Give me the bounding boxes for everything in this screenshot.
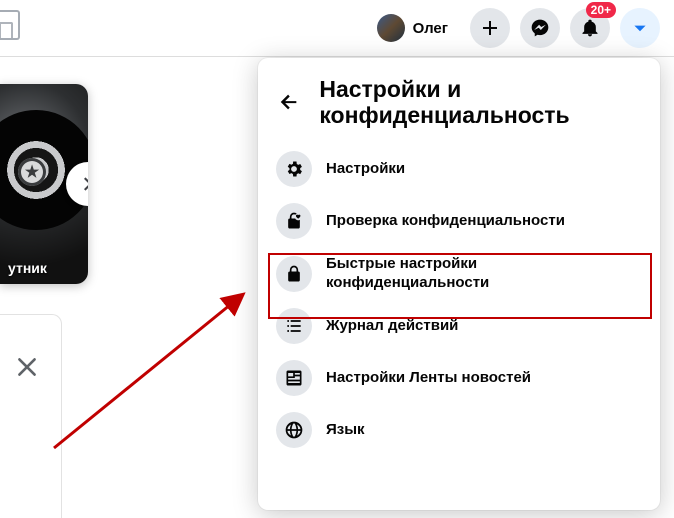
left-panel-edge [0, 314, 62, 518]
menu-item-label: Настройки Ленты новостей [326, 369, 531, 388]
globe-icon [276, 412, 312, 448]
settings-privacy-panel: Настройки и конфиденциальность Настройки… [258, 58, 660, 510]
panel-title: Настройки и конфиденциальность [319, 76, 644, 129]
news-feed-icon [276, 360, 312, 396]
home-icon-fragment [0, 10, 20, 40]
bell-icon [580, 18, 600, 38]
list-icon [276, 308, 312, 344]
arrow-right-icon [78, 174, 88, 194]
account-menu-button[interactable] [620, 8, 660, 48]
create-button[interactable] [470, 8, 510, 48]
story-card[interactable]: ★ утник [0, 84, 88, 284]
arrow-left-icon [278, 91, 300, 113]
menu-item-news-feed-preferences[interactable]: Настройки Ленты новостей [266, 352, 652, 404]
menu-item-activity-log[interactable]: Журнал действий [266, 300, 652, 352]
caret-down-icon [632, 20, 648, 36]
plus-icon [480, 18, 500, 38]
menu-item-label: Проверка конфиденциальности [326, 212, 565, 231]
notification-badge: 20+ [586, 2, 616, 18]
panel-header: Настройки и конфиденциальность [266, 72, 652, 137]
menu-list: Настройки Проверка конфиденциальности Бы… [266, 143, 652, 457]
messenger-button[interactable] [520, 8, 560, 48]
profile-chip[interactable]: Олег [373, 10, 460, 46]
notifications-button[interactable]: 20+ [570, 8, 610, 48]
messenger-icon [530, 18, 550, 38]
menu-item-label: Язык [326, 421, 365, 440]
menu-item-label: Журнал действий [326, 317, 458, 336]
menu-item-privacy-checkup[interactable]: Проверка конфиденциальности [266, 195, 652, 247]
menu-item-language[interactable]: Язык [266, 404, 652, 456]
menu-item-label: Быстрые настройки конфиденциальности [326, 255, 642, 293]
menu-item-settings[interactable]: Настройки [266, 143, 652, 195]
gear-icon [276, 151, 312, 187]
story-caption: утник [8, 260, 47, 276]
close-button[interactable] [14, 354, 40, 380]
menu-item-privacy-shortcuts[interactable]: Быстрые настройки конфиденциальности [266, 247, 652, 301]
avatar [377, 14, 405, 42]
close-icon [14, 354, 40, 380]
header-divider [0, 56, 674, 57]
user-name: Олег [413, 20, 448, 37]
back-button[interactable] [274, 84, 303, 120]
lock-icon [276, 256, 312, 292]
story-emblem: ★ [18, 158, 46, 186]
header-bar: Олег 20+ [0, 0, 674, 56]
menu-item-label: Настройки [326, 160, 405, 179]
lock-heart-icon [276, 203, 312, 239]
